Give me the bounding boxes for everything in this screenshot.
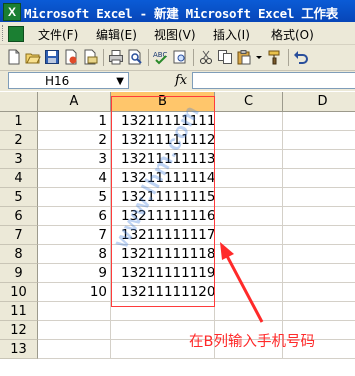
annotation-arrow xyxy=(220,242,264,323)
annotation-text: 在B列输入手机号码 xyxy=(189,334,315,350)
